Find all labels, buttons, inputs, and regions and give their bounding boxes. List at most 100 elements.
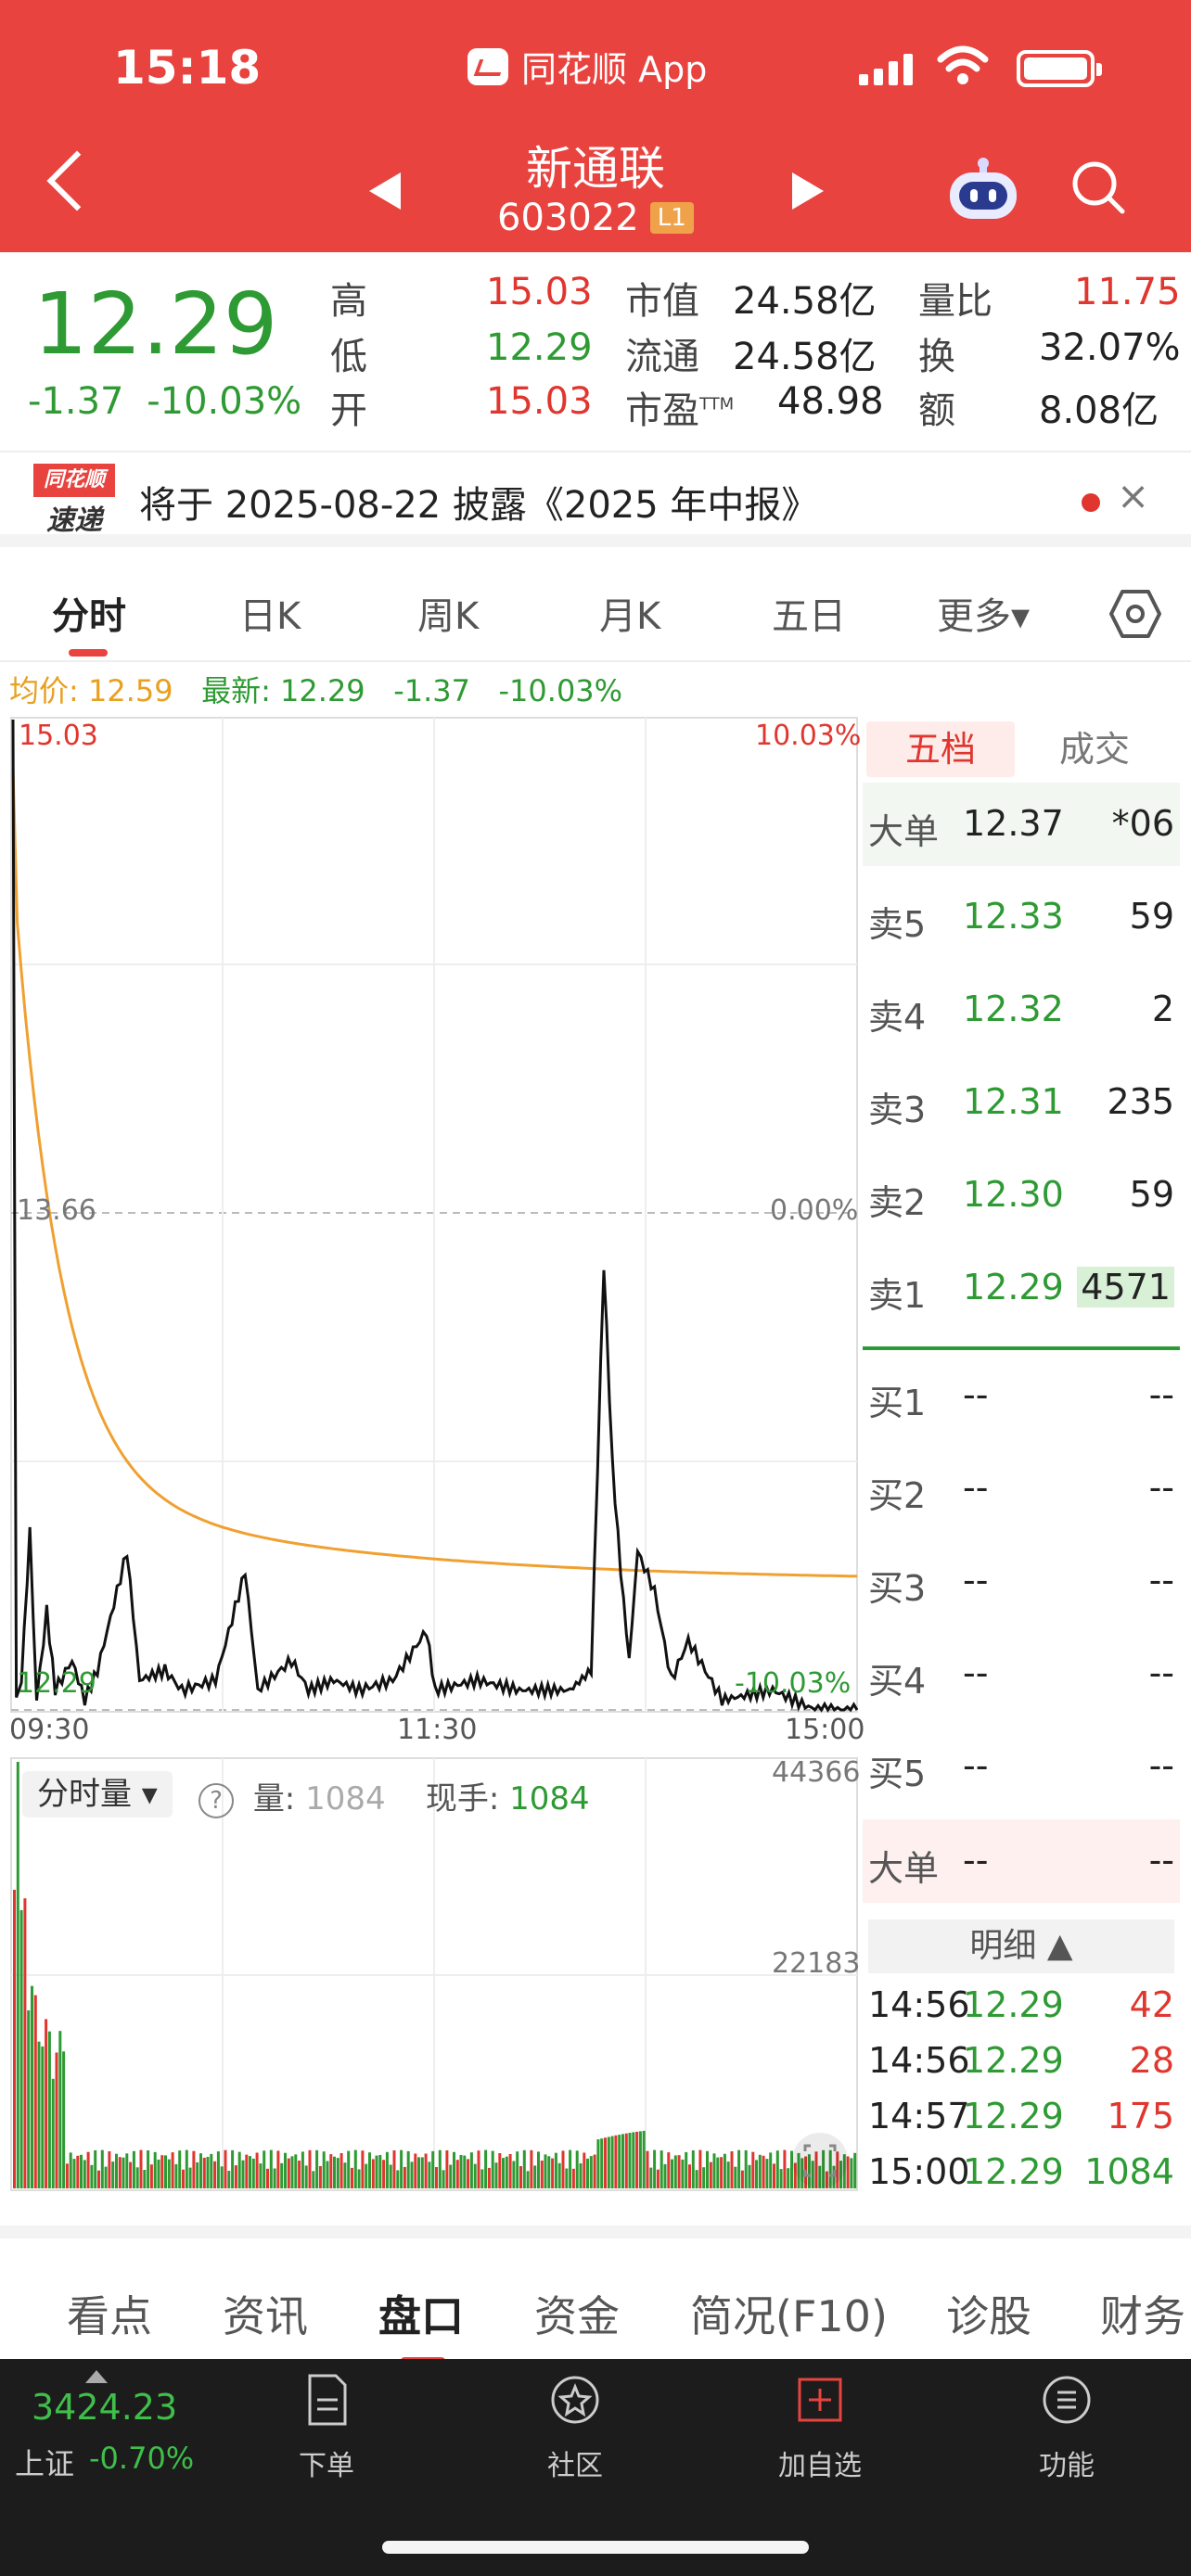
- volume-bar: [365, 2163, 368, 2188]
- volume-bar: [16, 1762, 19, 2188]
- volume-bar: [417, 2157, 420, 2188]
- volume-bar: [58, 2031, 62, 2188]
- ask-row: 卖1 12.29 4571: [863, 1246, 1180, 1330]
- tab-news[interactable]: 资讯: [223, 2283, 308, 2344]
- index-value[interactable]: 3424.23: [32, 2387, 177, 2428]
- tab-diagnosis[interactable]: 诊股: [946, 2283, 1031, 2344]
- tab-intraday[interactable]: 分时: [52, 586, 126, 640]
- volume-bar: [516, 2151, 519, 2188]
- volume-bar: [351, 2167, 353, 2188]
- close-icon[interactable]: ×: [1117, 473, 1149, 518]
- volume-bar: [459, 2155, 463, 2188]
- tab-five-day[interactable]: 五日: [772, 586, 846, 640]
- trade-row: 14:57 12.29 175: [863, 2096, 1180, 2151]
- price-mid-label: 13.66: [17, 1194, 96, 1227]
- volume-bar: [702, 2167, 706, 2188]
- bid-volume: --: [1148, 1652, 1174, 1693]
- volume-bar: [435, 2167, 438, 2188]
- volume-bar: [100, 2149, 104, 2188]
- volume-bar: [526, 2171, 530, 2188]
- volume-bar: [502, 2158, 505, 2188]
- ask-label: 卖5: [868, 904, 927, 945]
- volume-bar: [586, 2158, 589, 2188]
- volume-bar: [27, 2010, 31, 2188]
- functions-button[interactable]: 功能: [974, 2372, 1159, 2483]
- volume-bar: [266, 2168, 269, 2188]
- volume-bar: [23, 1898, 27, 2188]
- place-order-button[interactable]: 下单: [234, 2372, 419, 2483]
- trade-detail-toggle[interactable]: 明细 ▲: [868, 1919, 1174, 1973]
- add-watchlist-button[interactable]: 加自选: [727, 2372, 913, 2483]
- community-button[interactable]: 社区: [482, 2372, 668, 2483]
- expand-chart-icon[interactable]: [792, 2133, 848, 2188]
- tab-five-levels[interactable]: 五档: [866, 721, 1015, 777]
- tab-daily-k[interactable]: 日K: [239, 586, 301, 640]
- tab-profile-f10[interactable]: 简况(F10): [690, 2283, 888, 2344]
- volume-bar: [115, 2153, 118, 2188]
- turnover-label: 换: [918, 336, 955, 378]
- volume-bar: [607, 2136, 610, 2188]
- tab-trades[interactable]: 成交: [1020, 721, 1169, 777]
- volume-bar: [347, 2150, 351, 2188]
- volume-bar: [618, 2135, 621, 2188]
- volume-bar: [653, 2149, 657, 2188]
- tab-weekly-k[interactable]: 周K: [417, 586, 479, 640]
- big-order-top-row: 大单 12.37 *06: [863, 783, 1180, 866]
- intraday-chart[interactable]: [0, 714, 863, 2198]
- bid-label: 买4: [868, 1661, 927, 1702]
- volume-bar: [649, 2167, 653, 2188]
- volume-type-selector[interactable]: 分时量 ▾: [22, 1771, 173, 1817]
- bid-row: 买4 -- --: [863, 1632, 1180, 1715]
- high-label: 高: [330, 280, 367, 323]
- volume-bar: [638, 2131, 642, 2188]
- level-badge: L1: [649, 202, 694, 234]
- bid-volume: --: [1148, 1374, 1174, 1415]
- volume-bar: [37, 2041, 41, 2188]
- bid-label: 买1: [868, 1383, 927, 1423]
- volume-bar: [199, 2153, 202, 2188]
- volume-bar: [537, 2151, 540, 2188]
- add-watchlist-label: 加自选: [778, 2450, 862, 2482]
- volume-bar: [698, 2149, 702, 2188]
- volume-bar: [706, 2150, 709, 2188]
- volume-bar: [445, 2150, 449, 2188]
- volume-bar: [333, 2156, 336, 2188]
- notice-bar[interactable]: 同花顺 速递 将于 2025-08-22 披露《2025 年中报》 ×: [0, 451, 1191, 547]
- search-icon[interactable]: [1070, 159, 1126, 215]
- news-logo-bottom: 速递: [46, 504, 102, 537]
- ask-volume: 4571: [1077, 1267, 1174, 1307]
- volume-bar: [269, 2149, 273, 2188]
- volume-bar: [614, 2135, 618, 2188]
- volume-bar: [695, 2170, 698, 2188]
- volume-bar: [480, 2169, 484, 2188]
- tab-more[interactable]: 更多▾: [937, 586, 1030, 640]
- latest-change-pct: -10.03%: [498, 673, 623, 708]
- volume-bar: [716, 2157, 720, 2188]
- tab-finance[interactable]: 财务: [1100, 2283, 1185, 2344]
- tab-highlights[interactable]: 看点: [67, 2283, 152, 2344]
- settings-hexagon-icon[interactable]: [1109, 588, 1161, 640]
- help-icon[interactable]: ?: [198, 1782, 234, 1818]
- volume-bar: [237, 2151, 241, 2188]
- pct-top-label: 10.03%: [755, 720, 862, 752]
- status-app-label[interactable]: 同花顺 App: [467, 41, 707, 92]
- trade-volume: 42: [1129, 1984, 1174, 2025]
- tab-capital[interactable]: 资金: [534, 2283, 620, 2344]
- volume-bar: [420, 2157, 424, 2188]
- ask-price: 12.30: [963, 1174, 1064, 1215]
- volume-bar: [775, 2150, 779, 2188]
- open-label: 开: [330, 389, 367, 432]
- robot-assistant-icon[interactable]: [946, 156, 1020, 223]
- volume-bar: [853, 2152, 857, 2188]
- news-logo-top: 同花顺: [33, 464, 115, 497]
- volume-bar: [671, 2159, 673, 2188]
- tab-monthly-k[interactable]: 月K: [599, 586, 660, 640]
- volume-bar: [748, 2164, 751, 2188]
- price-bottom-label: 12.29: [17, 1667, 96, 1700]
- tab-handicap[interactable]: 盘口: [378, 2283, 464, 2344]
- volume-bar: [315, 2149, 319, 2188]
- volume-bar: [392, 2150, 396, 2188]
- volume-bar: [565, 2168, 569, 2188]
- volume-bar: [575, 2150, 579, 2188]
- volume-bar: [410, 2162, 414, 2188]
